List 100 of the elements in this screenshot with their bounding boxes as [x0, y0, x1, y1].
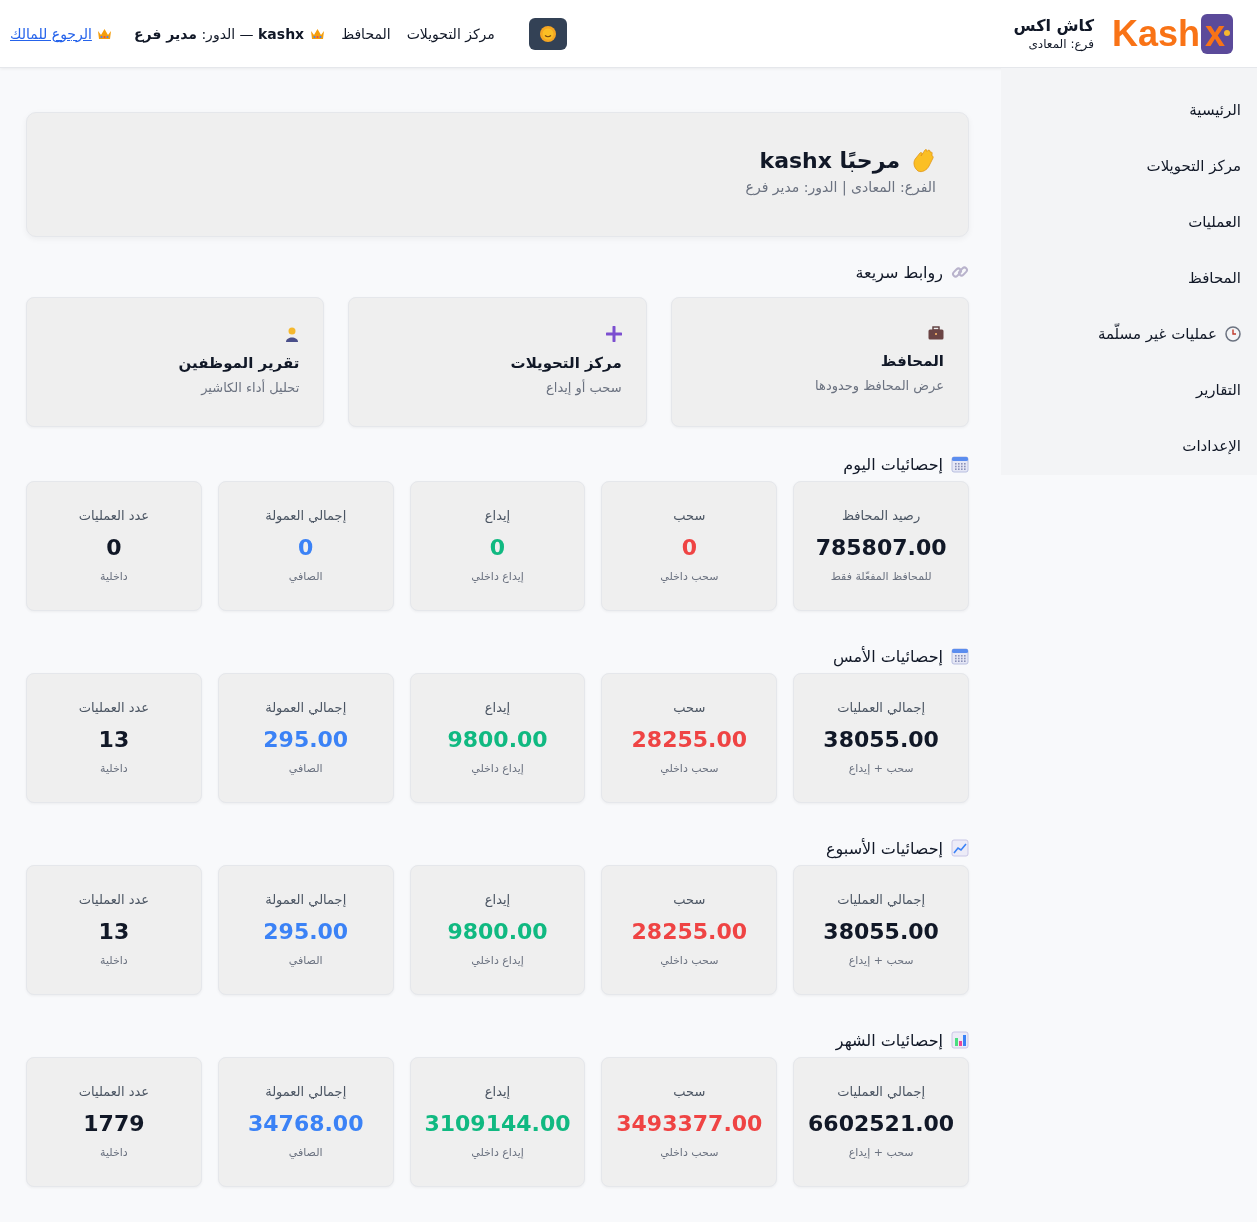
nav-link[interactable]: المحافظ — [341, 25, 391, 42]
stat-label: إجمالي العمليات — [837, 1084, 926, 1099]
clock-icon — [1225, 326, 1241, 342]
back-link[interactable]: الرجوع للمالك — [10, 25, 112, 42]
branch-label: فرع: المعادى — [1027, 37, 1094, 51]
stat-value: 3109144.00 — [424, 1111, 571, 1136]
stat-note: سحب داخلي — [660, 1146, 719, 1159]
stat-label: إجمالي العمولة — [265, 892, 347, 907]
stat-note: الصافي — [288, 570, 323, 583]
stat-value: 0 — [298, 535, 314, 560]
stat-note: داخلية — [100, 762, 128, 775]
stat-note: الصافي — [288, 954, 323, 967]
stat-note: سحب داخلي — [660, 762, 719, 775]
stat-label: سحب — [673, 892, 706, 907]
stat-note: سحب داخلي — [660, 954, 719, 967]
stat-value: 0 — [681, 535, 697, 560]
plus-icon — [605, 326, 622, 342]
stat-label: إيداع — [484, 1084, 511, 1099]
quick-link-card[interactable]: المحافظ عرض المحافظ وحدودها — [670, 297, 969, 427]
stat-value: 0 — [489, 535, 506, 560]
stat-label: إجمالي العمليات — [837, 700, 926, 715]
stat-note: إيداع داخلي — [471, 1146, 524, 1159]
stat-value: 13 — [98, 919, 130, 944]
stat-value: 9800.00 — [447, 919, 548, 944]
sidebar-item[interactable]: التقارير — [1001, 362, 1241, 418]
bar-chart-icon — [951, 1031, 969, 1049]
stat-value: 9800.00 — [447, 727, 548, 752]
brand-name: كاش اكس — [1013, 16, 1094, 35]
stat-value: 6602521.00 — [808, 1111, 955, 1136]
stat-note: سحب + إيداع — [848, 762, 914, 775]
sidebar-item[interactable]: مركز التحويلات — [1001, 138, 1241, 194]
stat-value: 0 — [106, 535, 122, 560]
stat-label: عدد العمليات — [78, 892, 150, 907]
person-icon — [285, 326, 300, 342]
calendar-icon — [951, 455, 969, 473]
quick-link-card[interactable]: تقرير الموظفين تحليل أداء الكاشير — [26, 297, 325, 427]
stat-note: الصافي — [288, 762, 323, 775]
quick-link-title: تقرير الموظفين — [178, 354, 300, 372]
stat-label: رصيد المحافظ — [842, 508, 921, 523]
stat-value: 295.00 — [263, 919, 349, 944]
section-title: إحصائيات الأسبوع — [826, 838, 943, 858]
stat-label: إيداع — [484, 508, 511, 523]
section-title: إحصائيات الشهر — [835, 1030, 943, 1050]
stat-label: عدد العمليات — [78, 700, 150, 715]
stat-value: 13 — [98, 727, 130, 752]
quick-link-card[interactable]: مركز التحويلات سحب أو إيداع — [348, 297, 647, 427]
stat-note: سحب + إيداع — [848, 1146, 914, 1159]
section-title: إحصائيات الأمس — [833, 646, 943, 666]
crown-icon — [96, 27, 112, 40]
stat-note: إيداع داخلي — [471, 570, 524, 583]
quick-link-subtitle: سحب أو إيداع — [546, 380, 622, 395]
section-title: روابط سريعة — [855, 262, 943, 282]
welcome-subtitle: الفرع: المعادى | الدور: مدير فرع — [744, 179, 936, 195]
sidebar-item[interactable]: الإعدادات — [1001, 418, 1241, 474]
sun-icon — [538, 24, 557, 43]
stat-note: إيداع داخلي — [471, 954, 524, 967]
stat-note: داخلية — [100, 1146, 128, 1159]
stat-note: داخلية — [100, 570, 128, 583]
stat-value: 3493377.00 — [616, 1111, 763, 1136]
calendar-icon — [951, 647, 969, 665]
stat-value: 38055.00 — [823, 727, 939, 752]
stat-value: 295.00 — [263, 727, 349, 752]
stat-note: سحب داخلي — [660, 570, 719, 583]
stat-value: 1779 — [83, 1111, 145, 1136]
sidebar-item[interactable]: العمليات — [1001, 194, 1241, 250]
stat-value: 34768.00 — [247, 1111, 364, 1136]
stat-label: عدد العمليات — [78, 1084, 150, 1099]
stat-value: 785807.00 — [815, 535, 947, 560]
waving-hand-icon — [910, 147, 936, 173]
stat-note: للمحافظ المفعّلة فقط — [830, 570, 932, 583]
stat-label: إجمالي العمولة — [265, 700, 347, 715]
quick-link-title: مركز التحويلات — [510, 354, 622, 372]
quick-link-title: المحافظ — [880, 352, 944, 370]
stat-label: إيداع — [484, 892, 511, 907]
stat-label: سحب — [673, 700, 706, 715]
welcome-title: مرحبًا kashx — [759, 147, 900, 173]
stat-label: إجمالي العمليات — [837, 892, 926, 907]
section-title: إحصائيات اليوم — [843, 454, 943, 474]
stat-label: سحب — [673, 1084, 706, 1099]
sidebar-item[interactable]: الرئيسية — [1001, 82, 1241, 138]
line-chart-icon — [951, 839, 969, 857]
stat-label: سحب — [673, 508, 706, 523]
stat-label: إجمالي العمولة — [265, 1084, 347, 1099]
nav-link[interactable]: مركز التحويلات — [406, 25, 495, 42]
stat-note: داخلية — [100, 954, 128, 967]
stat-note: الصافي — [288, 1146, 323, 1159]
sidebar-item[interactable]: المحافظ — [1001, 250, 1241, 306]
theme-button[interactable] — [528, 17, 567, 50]
stat-label: إيداع — [484, 700, 511, 715]
stat-note: إيداع داخلي — [471, 762, 524, 775]
link-icon — [951, 263, 969, 281]
briefcase-icon — [928, 326, 944, 340]
stat-label: عدد العمليات — [78, 508, 150, 523]
sidebar-item[interactable]: عمليات غير مسلّمة — [1001, 306, 1241, 362]
crown-icon — [310, 27, 326, 40]
stat-note: سحب + إيداع — [848, 954, 914, 967]
quick-link-subtitle: عرض المحافظ وحدودها — [815, 378, 944, 393]
stat-value: 28255.00 — [631, 727, 748, 752]
stat-value: 28255.00 — [631, 919, 748, 944]
brand-logo: Kashx — [1111, 12, 1233, 55]
